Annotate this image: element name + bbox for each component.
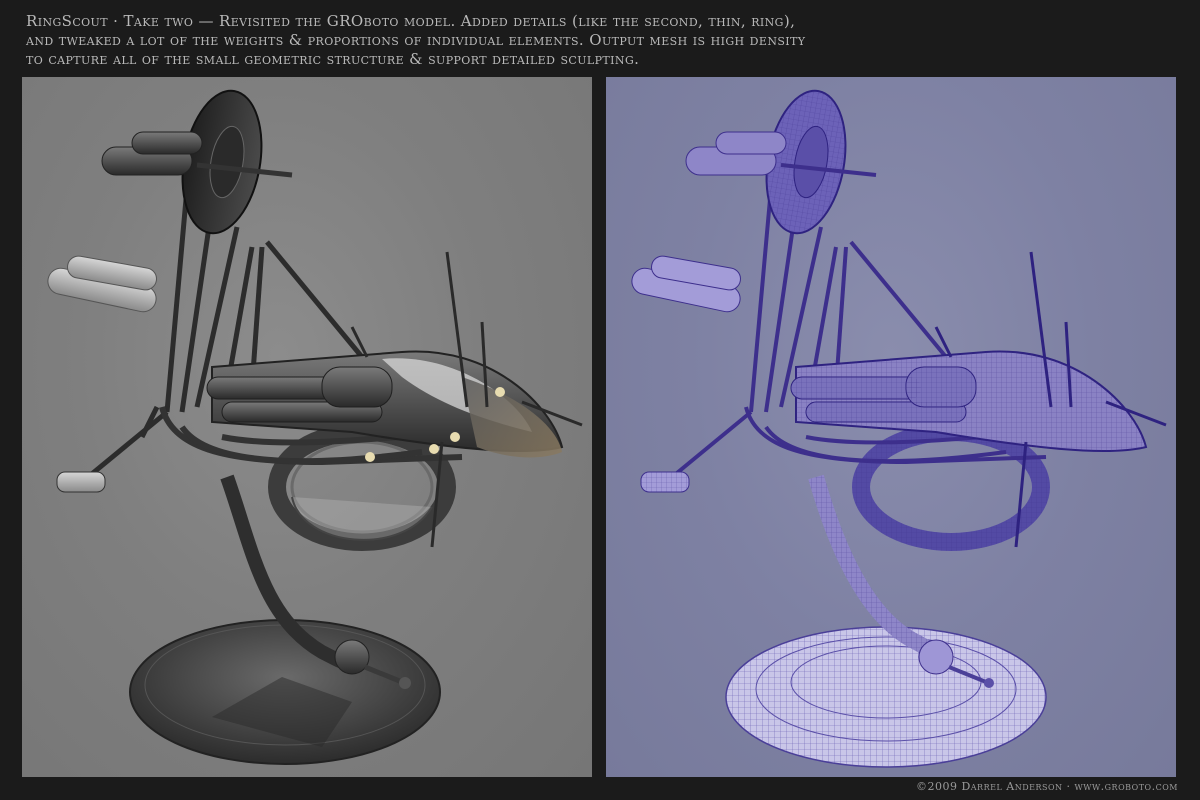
caption-line-2: and tweaked a lot of the weights & propo…: [26, 31, 806, 49]
wireframe-ringscout-model: [631, 89, 1167, 768]
caption-line-3: to capture all of the small geometric st…: [26, 50, 640, 68]
shaded-ringscout-model: [47, 89, 583, 765]
wireframe-render-panel: [606, 77, 1176, 777]
shaded-render-panel: [22, 77, 592, 777]
caption-line-1: RingScout · Take two — Revisited the GRO…: [26, 12, 796, 30]
image-caption: RingScout · Take two — Revisited the GRO…: [26, 12, 1176, 69]
copyright-credit: ©2009 Darrel Anderson · www.groboto.com: [915, 780, 1178, 793]
